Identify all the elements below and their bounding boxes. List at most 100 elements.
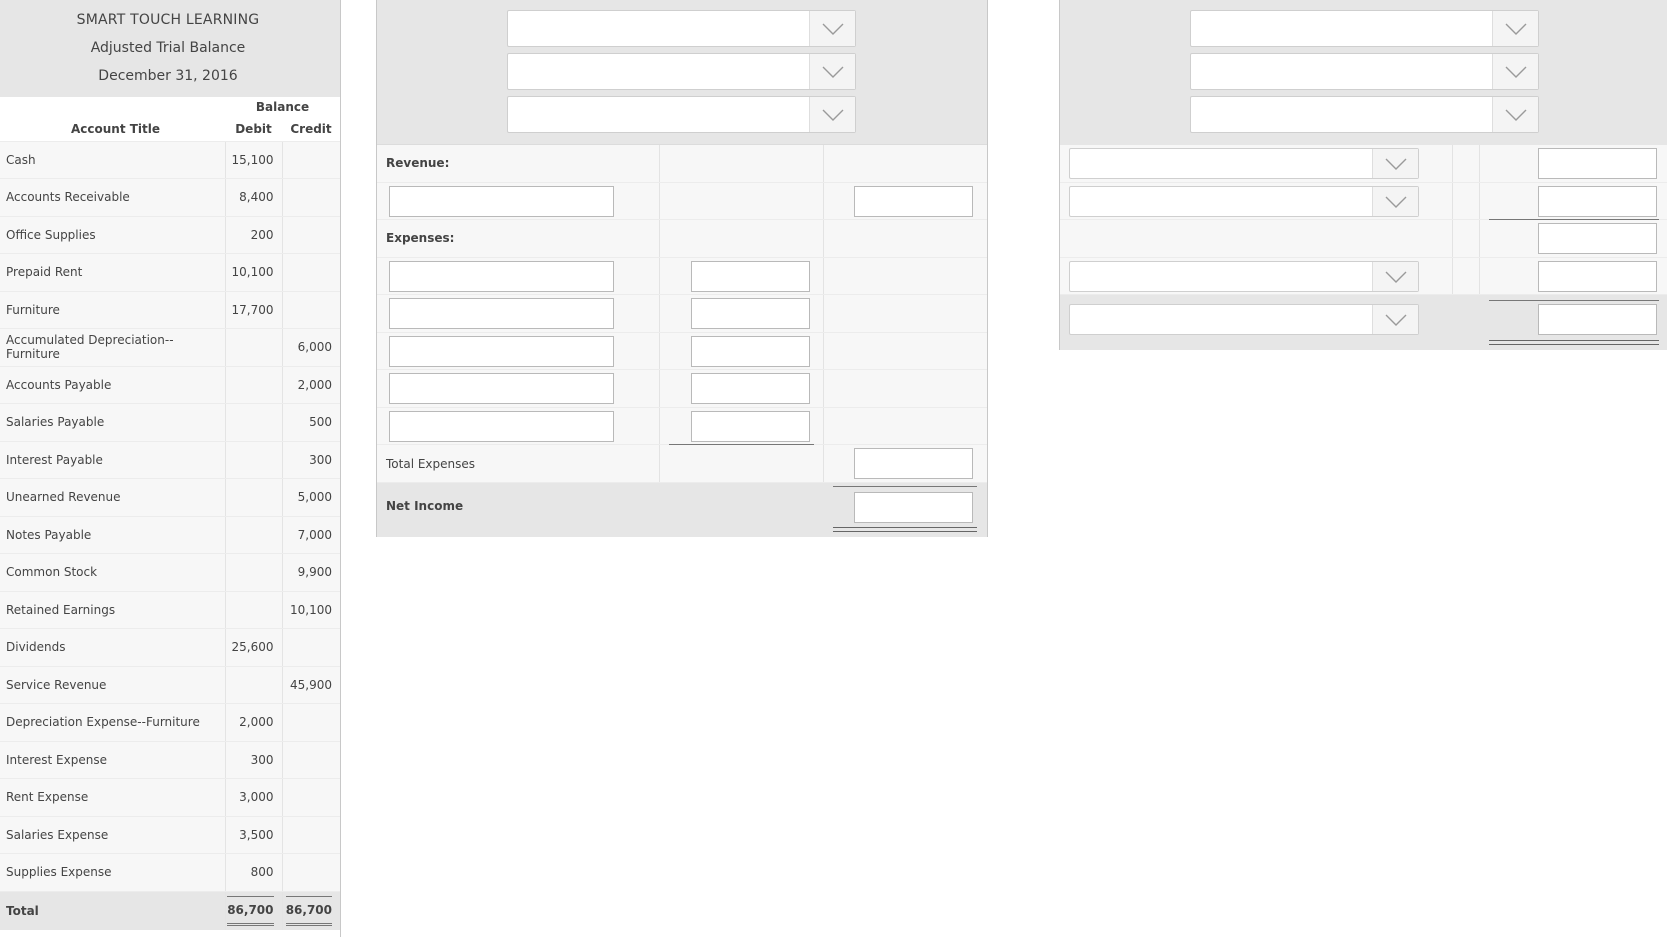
- amount-input[interactable]: [1538, 186, 1657, 217]
- trial-balance-row: Salaries Payable 500: [0, 403, 340, 442]
- debit-amount: [225, 441, 283, 479]
- heading-company-select[interactable]: [507, 10, 856, 47]
- credit-amount: [282, 178, 340, 217]
- account-title: Interest Payable: [0, 441, 226, 479]
- trial-balance-row: Accounts Payable 2,000: [0, 366, 340, 404]
- debit-amount: 800: [225, 853, 283, 892]
- debit-amount: 200: [225, 216, 283, 254]
- expense-account-input[interactable]: [389, 298, 614, 329]
- debit-amount: 3,000: [225, 778, 283, 817]
- account-select[interactable]: [1069, 304, 1419, 335]
- net-income-label: Net Income: [386, 499, 464, 513]
- total-expenses-input[interactable]: [854, 448, 973, 479]
- chevron-down-icon[interactable]: [1492, 11, 1538, 46]
- account-select[interactable]: [1069, 261, 1419, 292]
- amount-input[interactable]: [1538, 148, 1657, 179]
- trial-balance-row: Interest Payable 300: [0, 441, 340, 479]
- trial-balance-row: Service Revenue 45,900: [0, 666, 340, 704]
- statement-row: [1060, 145, 1667, 183]
- account-select[interactable]: [1069, 148, 1419, 179]
- trial-balance-row: Unearned Revenue 5,000: [0, 478, 340, 517]
- debit-amount: [225, 516, 283, 554]
- credit-amount: 300: [282, 441, 340, 479]
- double-underline: [833, 527, 977, 532]
- heading-company-select[interactable]: [1190, 10, 1539, 47]
- chevron-down-icon[interactable]: [1372, 149, 1418, 178]
- expense-amount-input[interactable]: [691, 298, 810, 329]
- account-title: Prepaid Rent: [0, 253, 226, 292]
- credit-amount: 10,100: [282, 591, 340, 629]
- trial-balance-row: Notes Payable 7,000: [0, 516, 340, 554]
- trial-balance-table: Balance Account Title Debit Credit Cash 1…: [0, 97, 340, 930]
- income-statement-panel: Revenue: Expenses: Total Expenses Net In…: [376, 0, 988, 537]
- expense-amount-input[interactable]: [691, 411, 810, 442]
- heading-title-select[interactable]: [507, 53, 856, 90]
- account-title: Unearned Revenue: [0, 478, 226, 517]
- expense-account-input[interactable]: [389, 373, 614, 404]
- debit-amount: 15,100: [225, 141, 283, 179]
- expense-amount-input[interactable]: [691, 373, 810, 404]
- chevron-down-icon[interactable]: [1492, 97, 1538, 132]
- amount-input[interactable]: [1538, 261, 1657, 292]
- account-title: Common Stock: [0, 553, 226, 592]
- trial-balance-row: Common Stock 9,900: [0, 553, 340, 592]
- chevron-down-icon[interactable]: [809, 11, 855, 46]
- revenue-account-input[interactable]: [389, 186, 614, 217]
- second-statement-panel: [1059, 0, 1667, 350]
- trial-balance-header: SMART TOUCH LEARNING Adjusted Trial Bala…: [0, 0, 340, 97]
- chevron-down-icon[interactable]: [809, 54, 855, 89]
- account-title: Depreciation Expense--Furniture: [0, 703, 226, 742]
- statement-row: [1060, 183, 1667, 220]
- amount-input[interactable]: [1538, 223, 1657, 254]
- account-title: Office Supplies: [0, 216, 226, 254]
- trial-balance-row: Supplies Expense 800: [0, 853, 340, 892]
- expenses-label: Expenses:: [386, 231, 455, 245]
- debit-amount: [225, 478, 283, 517]
- revenue-amount-input[interactable]: [854, 186, 973, 217]
- trial-balance-row: Furniture 17,700: [0, 291, 340, 329]
- chevron-down-icon[interactable]: [1372, 305, 1418, 334]
- chevron-down-icon[interactable]: [809, 97, 855, 132]
- account-title: Dividends: [0, 628, 226, 667]
- double-underline: [1489, 340, 1659, 345]
- account-select[interactable]: [1069, 186, 1419, 217]
- ending-amount-input[interactable]: [1538, 304, 1657, 335]
- account-title: Salaries Payable: [0, 403, 226, 442]
- account-title: Retained Earnings: [0, 591, 226, 629]
- debit-amount: 10,100: [225, 253, 283, 292]
- account-title: Interest Expense: [0, 741, 226, 779]
- chevron-down-icon[interactable]: [1372, 187, 1418, 216]
- revenue-header-row: Revenue:: [377, 145, 987, 183]
- account-title: Rent Expense: [0, 778, 226, 817]
- debit-amount: 17,700: [225, 291, 283, 329]
- heading-date-select[interactable]: [507, 96, 856, 133]
- debit-amount: 25,600: [225, 628, 283, 667]
- chevron-down-icon[interactable]: [1372, 262, 1418, 291]
- debit-header: Debit: [225, 117, 282, 142]
- expense-row: [377, 408, 987, 445]
- account-title: Accounts Payable: [0, 366, 226, 404]
- expense-amount-input[interactable]: [691, 261, 810, 292]
- heading-title-select[interactable]: [1190, 53, 1539, 90]
- expense-account-input[interactable]: [389, 411, 614, 442]
- ending-balance-row: [1060, 295, 1667, 350]
- debit-amount: 8,400: [225, 178, 283, 217]
- credit-amount: 2,000: [282, 366, 340, 404]
- net-income-input[interactable]: [854, 492, 973, 523]
- net-income-row: Net Income: [377, 483, 987, 537]
- debit-amount: 3,500: [225, 816, 283, 854]
- expense-amount-input[interactable]: [691, 336, 810, 367]
- credit-amount: 5,000: [282, 478, 340, 517]
- second-statement-heading: [1060, 0, 1667, 145]
- account-title-header: Account Title: [0, 117, 225, 142]
- expense-account-input[interactable]: [389, 261, 614, 292]
- credit-amount: 7,000: [282, 516, 340, 554]
- account-title: Salaries Expense: [0, 816, 226, 854]
- credit-amount: [282, 741, 340, 779]
- credit-amount: 6,000: [282, 328, 340, 367]
- expense-account-input[interactable]: [389, 336, 614, 367]
- credit-header: Credit: [282, 117, 340, 142]
- account-title: Accounts Receivable: [0, 178, 226, 217]
- chevron-down-icon[interactable]: [1492, 54, 1538, 89]
- heading-date-select[interactable]: [1190, 96, 1539, 133]
